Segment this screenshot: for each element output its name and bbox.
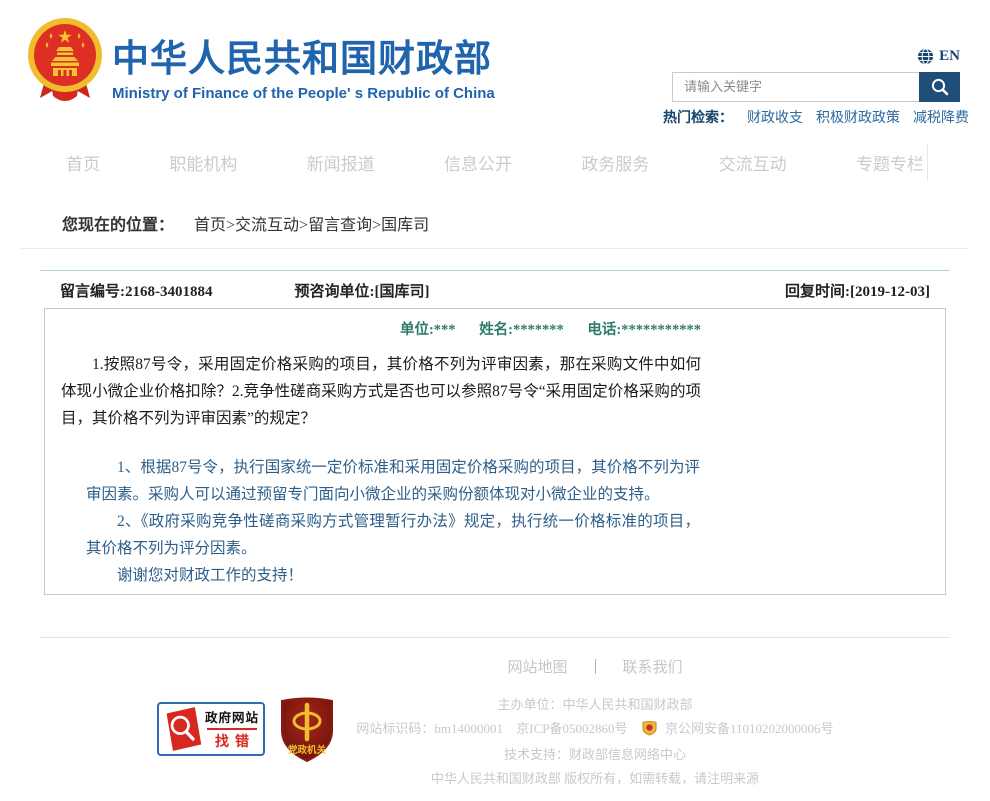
contact-line: 单位:*** 姓名:******* 电话:*********** [61, 318, 701, 339]
contact-us-link[interactable]: 联系我们 [623, 660, 683, 676]
footer-links-divider [595, 659, 596, 674]
search-input[interactable] [672, 72, 919, 102]
en-label: EN [939, 48, 960, 65]
main-nav: 首页 职能机构 新闻报道 信息公开 政务服务 交流互动 专题专栏 [0, 133, 990, 191]
icp-record-link[interactable]: 京ICP备05002860号 [516, 721, 627, 736]
sitemap-link[interactable]: 网站地图 [507, 660, 567, 676]
message-id: 留言编号:2168-3401884 [60, 280, 213, 301]
nav-item-home[interactable]: 首页 [66, 150, 100, 175]
page: 中华人民共和国财政部 Ministry of Finance of the Pe… [0, 0, 990, 796]
site-subtitle: Ministry of Finance of the People' s Rep… [112, 85, 495, 102]
nav-item-institutions[interactable]: 职能机构 [169, 150, 237, 175]
message-box: 单位:*** 姓名:******* 电话:*********** 1.按照87号… [44, 308, 946, 595]
language-en-link[interactable]: EN [917, 48, 960, 65]
police-badge-icon [642, 720, 657, 744]
nav-item-interaction[interactable]: 交流互动 [719, 150, 787, 175]
nav-item-services[interactable]: 政务服务 [581, 150, 649, 175]
contact-phone: 电话:*********** [587, 322, 701, 338]
error-flag-magnifier-icon [162, 705, 204, 753]
hot-search-row: 热门检索： 财政收支 积极财政政策 减税降费 [663, 107, 982, 127]
national-emblem-icon [22, 16, 108, 108]
breadcrumb-divider [21, 248, 969, 249]
answer-block: 1、根据87号令，执行国家统一定价标准和采用固定价格采购的项目，其价格不列为评审… [86, 454, 700, 589]
search-button[interactable] [919, 72, 960, 102]
site-header: 中华人民共和国财政部 Ministry of Finance of the Pe… [0, 0, 990, 133]
message-unit: 预咨询单位:[国库司] [295, 280, 430, 301]
answer-paragraph-2: 2、《政府采购竞争性磋商采购方式管理暂行办法》规定，执行统一价格标准的项目，其价… [86, 508, 700, 562]
footer-support-line: 技术支持：财政部信息网络中心 [200, 743, 990, 767]
contact-name: 姓名:******* [479, 322, 564, 338]
globe-icon [917, 48, 934, 65]
footer-host-line: 主办单位：中华人民共和国财政部 [200, 693, 990, 717]
footer-links: 网站地图 联系我们 [200, 656, 990, 677]
contact-unit: 单位:*** [400, 322, 456, 338]
footer-info: 主办单位：中华人民共和国财政部 网站标识码：bm14000001 京ICP备05… [200, 693, 990, 790]
search-bar [672, 72, 960, 102]
breadcrumb-path[interactable]: 首页>交流互动>留言查询>国库司 [194, 217, 429, 234]
nav-item-news[interactable]: 新闻报道 [307, 150, 375, 175]
site-footer: 网站地图联系我们 政府网站 找错 [0, 638, 990, 801]
breadcrumb: 您现在的位置： 首页>交流互动>留言查询>国库司 [62, 211, 990, 235]
hot-link-fiscal-policy[interactable]: 积极财政政策 [816, 107, 900, 127]
nav-item-topics[interactable]: 专题专栏 [856, 150, 924, 175]
question-text: 1.按照87号令，采用固定价格采购的项目，其价格不列为评审因素，那在采购文件中如… [61, 351, 701, 432]
police-record-link[interactable]: 京公网安备11010202000006号 [665, 721, 834, 736]
nav-divider [927, 144, 928, 181]
footer-copyright-line: 中华人民共和国财政部 版权所有，如需转载，请注明来源 [200, 767, 990, 791]
national-emblem-logo [22, 16, 108, 108]
hot-search-label: 热门检索： [663, 107, 733, 127]
answer-paragraph-3: 谢谢您对财政工作的支持！ [86, 562, 700, 589]
search-icon [930, 77, 950, 97]
answer-paragraph-1: 1、根据87号令，执行国家统一定价标准和采用固定价格采购的项目，其价格不列为评审… [86, 454, 700, 508]
breadcrumb-label: 您现在的位置： [62, 217, 174, 234]
site-identifier-code: 网站标识码：bm14000001 [356, 721, 503, 736]
message-reply-time: 回复时间:[2019-12-03] [785, 280, 930, 301]
hot-link-tax-cut[interactable]: 减税降费 [913, 107, 969, 127]
message-meta-row: 留言编号:2168-3401884 预咨询单位:[国库司] 回复时间:[2019… [60, 271, 930, 301]
site-title-block: 中华人民共和国财政部 Ministry of Finance of the Pe… [112, 28, 495, 102]
hot-link-fiscal-revenue[interactable]: 财政收支 [747, 107, 803, 127]
site-title: 中华人民共和国财政部 [112, 28, 495, 82]
footer-code-line: 网站标识码：bm14000001 京ICP备05002860号 京公网安备110… [200, 717, 990, 744]
nav-item-disclosure[interactable]: 信息公开 [444, 150, 512, 175]
